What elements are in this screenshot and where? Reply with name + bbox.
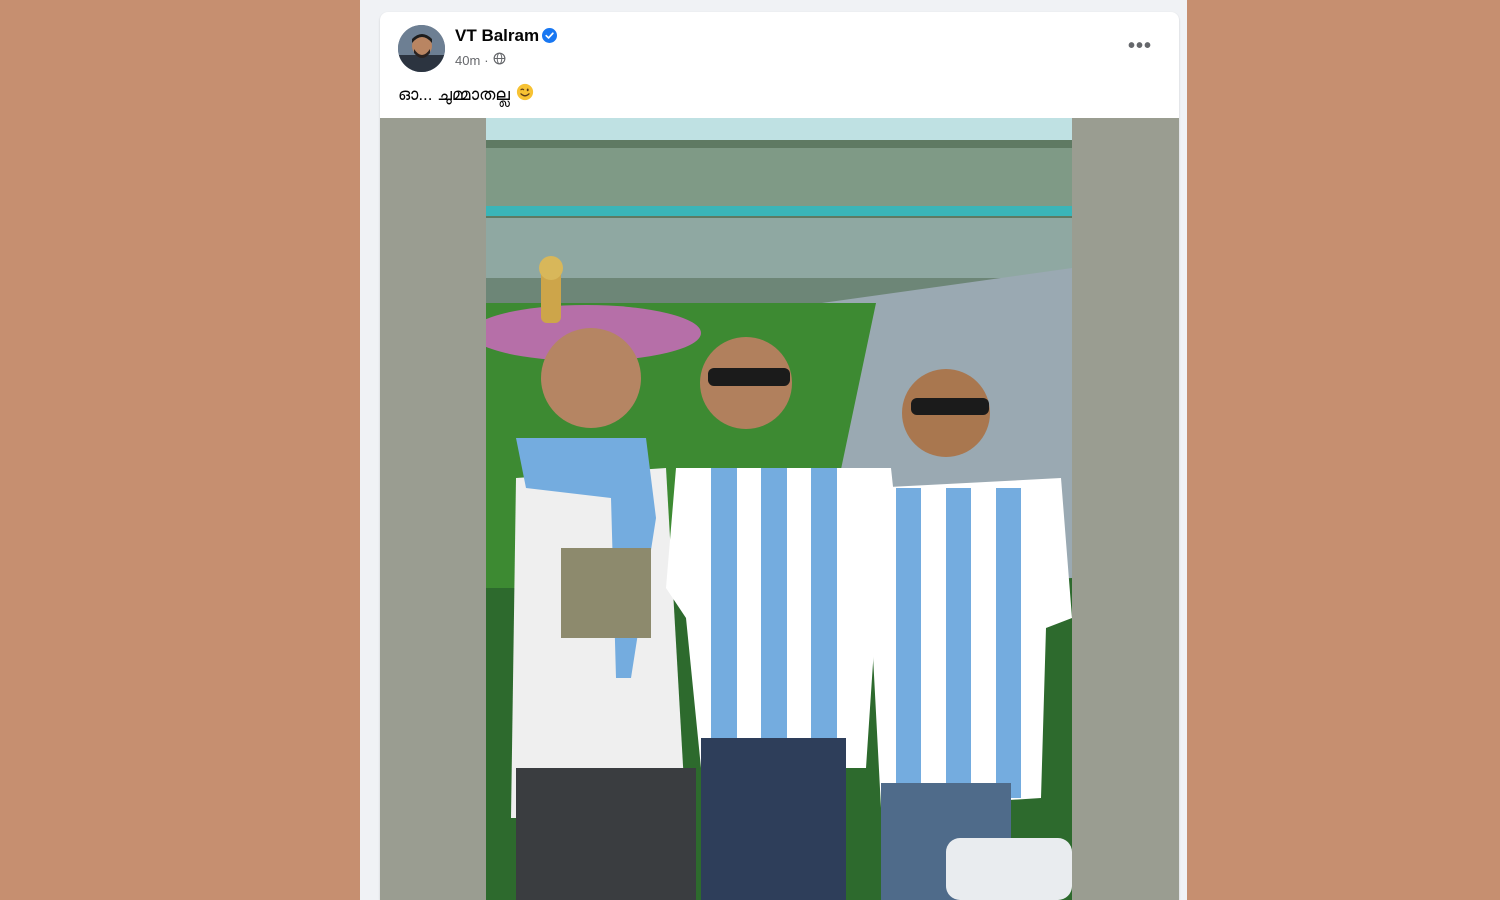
post-timestamp[interactable]: 40m <box>455 53 480 68</box>
more-options-icon: ••• <box>1127 34 1152 57</box>
winking-face-emoji-icon <box>516 83 534 106</box>
post-message: ഓ... ചുമ്മാതല്ല <box>398 84 510 104</box>
news-feed: VT Balram 40m · ••• ഓ... ചുമ്മാതല്ല <box>360 0 1187 900</box>
verified-badge-icon <box>542 28 557 48</box>
author-name[interactable]: VT Balram <box>455 26 539 46</box>
globe-icon[interactable] <box>493 52 506 68</box>
meta-separator: · <box>484 52 489 68</box>
post-card: VT Balram 40m · ••• ഓ... ചുമ്മാതല്ല <box>380 12 1179 900</box>
post-photo[interactable] <box>486 118 1072 900</box>
post-meta: 40m · <box>455 52 506 68</box>
post-header: VT Balram 40m · ••• ഓ... ചുമ്മാതല്ല <box>380 12 1179 117</box>
post-text: ഓ... ചുമ്മാതല്ല <box>398 83 534 106</box>
more-options-button[interactable]: ••• <box>1123 34 1157 58</box>
post-photo-frame <box>380 118 1179 900</box>
avatar[interactable] <box>398 25 445 72</box>
